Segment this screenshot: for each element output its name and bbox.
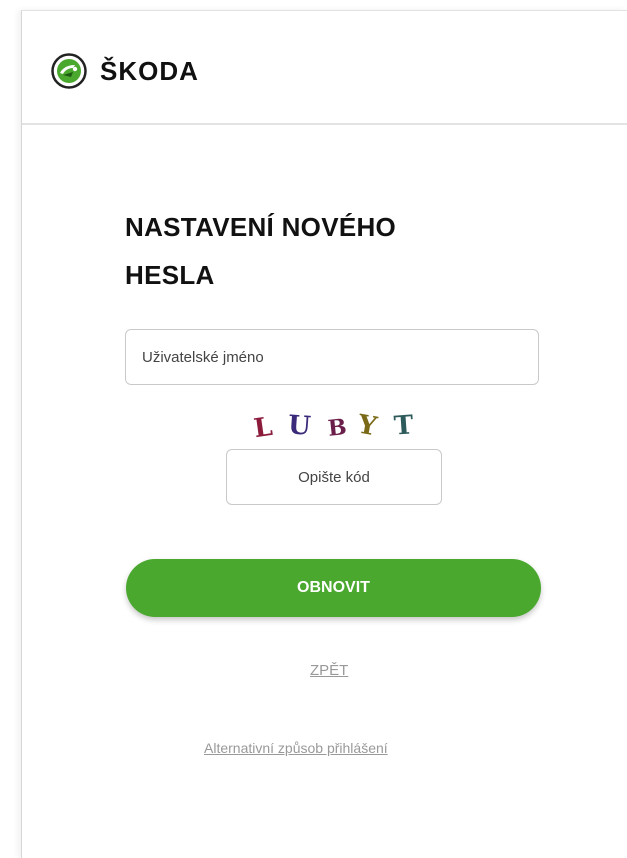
login-card: ŠKODA NASTAVENÍ NOVÉHO HESLA L U B Y T O… — [21, 10, 627, 858]
captcha-letter-2: U — [286, 410, 312, 442]
back-link[interactable]: ZPĚT — [310, 662, 348, 679]
captcha-image: L U B Y T — [250, 409, 430, 445]
skoda-logo-icon — [51, 53, 87, 89]
submit-button[interactable]: OBNOVIT — [126, 559, 541, 617]
brand-name: ŠKODA — [100, 56, 199, 86]
username-input[interactable] — [125, 329, 539, 385]
captcha-letter-1: L — [252, 411, 275, 445]
captcha-letter-4: Y — [355, 409, 380, 443]
captcha-letter-3: B — [326, 414, 348, 442]
captcha-letter-5: T — [392, 410, 415, 442]
alternative-login-link[interactable]: Alternativní způsob přihlášení — [204, 740, 388, 756]
header: ŠKODA — [22, 11, 627, 125]
captcha-code-input[interactable] — [226, 449, 442, 505]
page-title: NASTAVENÍ NOVÉHO HESLA — [125, 212, 397, 290]
